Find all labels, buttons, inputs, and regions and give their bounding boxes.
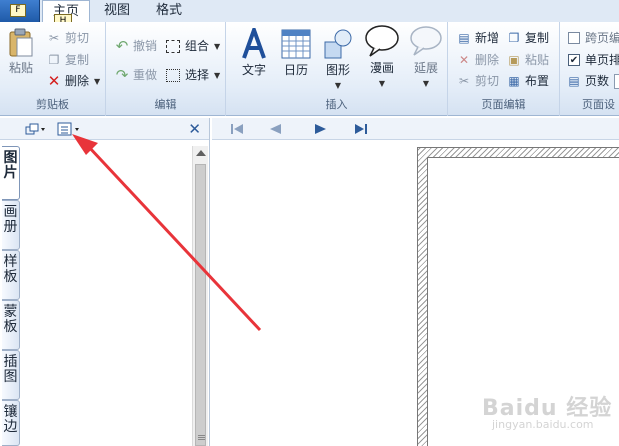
watermark-site: jingyan.baidu.com <box>492 418 594 431</box>
baidu-watermark: Baidu 经验 jingyan.baidu.com <box>478 390 619 446</box>
annotation-arrow-icon <box>72 134 262 332</box>
